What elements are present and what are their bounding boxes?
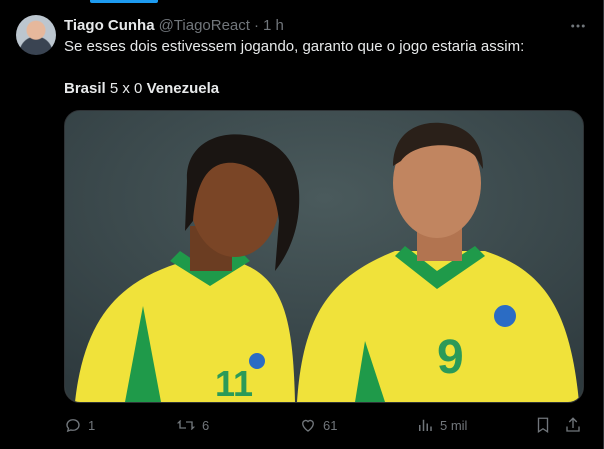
left-shirt-number: 11 bbox=[215, 363, 253, 402]
like-icon bbox=[302, 419, 314, 432]
share-button[interactable] bbox=[564, 415, 582, 435]
like-count: 61 bbox=[323, 417, 338, 433]
author-handle[interactable]: @TiagoReact bbox=[159, 17, 250, 34]
author-name[interactable]: Tiago Cunha bbox=[64, 17, 155, 34]
repost-count: 6 bbox=[202, 417, 210, 433]
reply-icon bbox=[66, 419, 80, 433]
bookmark-icon bbox=[537, 417, 549, 434]
tweet-score-line: Brasil 5 x 0 Venezuela bbox=[64, 79, 219, 99]
score-text: 5 x 0 bbox=[109, 80, 143, 97]
active-tab-indicator bbox=[90, 0, 158, 3]
photo-illustration: 11 9 bbox=[65, 111, 583, 402]
right-shirt-number: 9 bbox=[437, 331, 464, 384]
bookmark-button[interactable] bbox=[534, 415, 552, 435]
like-button[interactable]: 61 bbox=[299, 415, 337, 435]
views-icon bbox=[419, 419, 432, 431]
team-a: Brasil bbox=[64, 80, 106, 97]
timestamp[interactable]: 1 h bbox=[263, 17, 284, 34]
tweet-header: Tiago Cunha @TiagoReact · 1 h bbox=[64, 15, 584, 35]
separator: · bbox=[253, 16, 259, 34]
reply-count: 1 bbox=[88, 417, 96, 433]
views-count: 5 mil bbox=[440, 417, 468, 433]
reply-button[interactable]: 1 bbox=[64, 415, 95, 435]
views-button[interactable]: 5 mil bbox=[416, 415, 467, 435]
avatar[interactable] bbox=[16, 15, 56, 55]
more-icon[interactable] bbox=[568, 16, 588, 36]
team-b: Venezuela bbox=[146, 80, 220, 97]
tweet-photo[interactable]: 11 9 bbox=[64, 110, 584, 403]
tweet-text: Se esses dois estivessem jogando, garant… bbox=[64, 38, 525, 55]
share-icon bbox=[566, 417, 580, 432]
repost-icon bbox=[176, 420, 196, 430]
tweet-actions: 1 6 61 5 mil bbox=[64, 415, 584, 435]
repost-button[interactable]: 6 bbox=[176, 415, 209, 435]
